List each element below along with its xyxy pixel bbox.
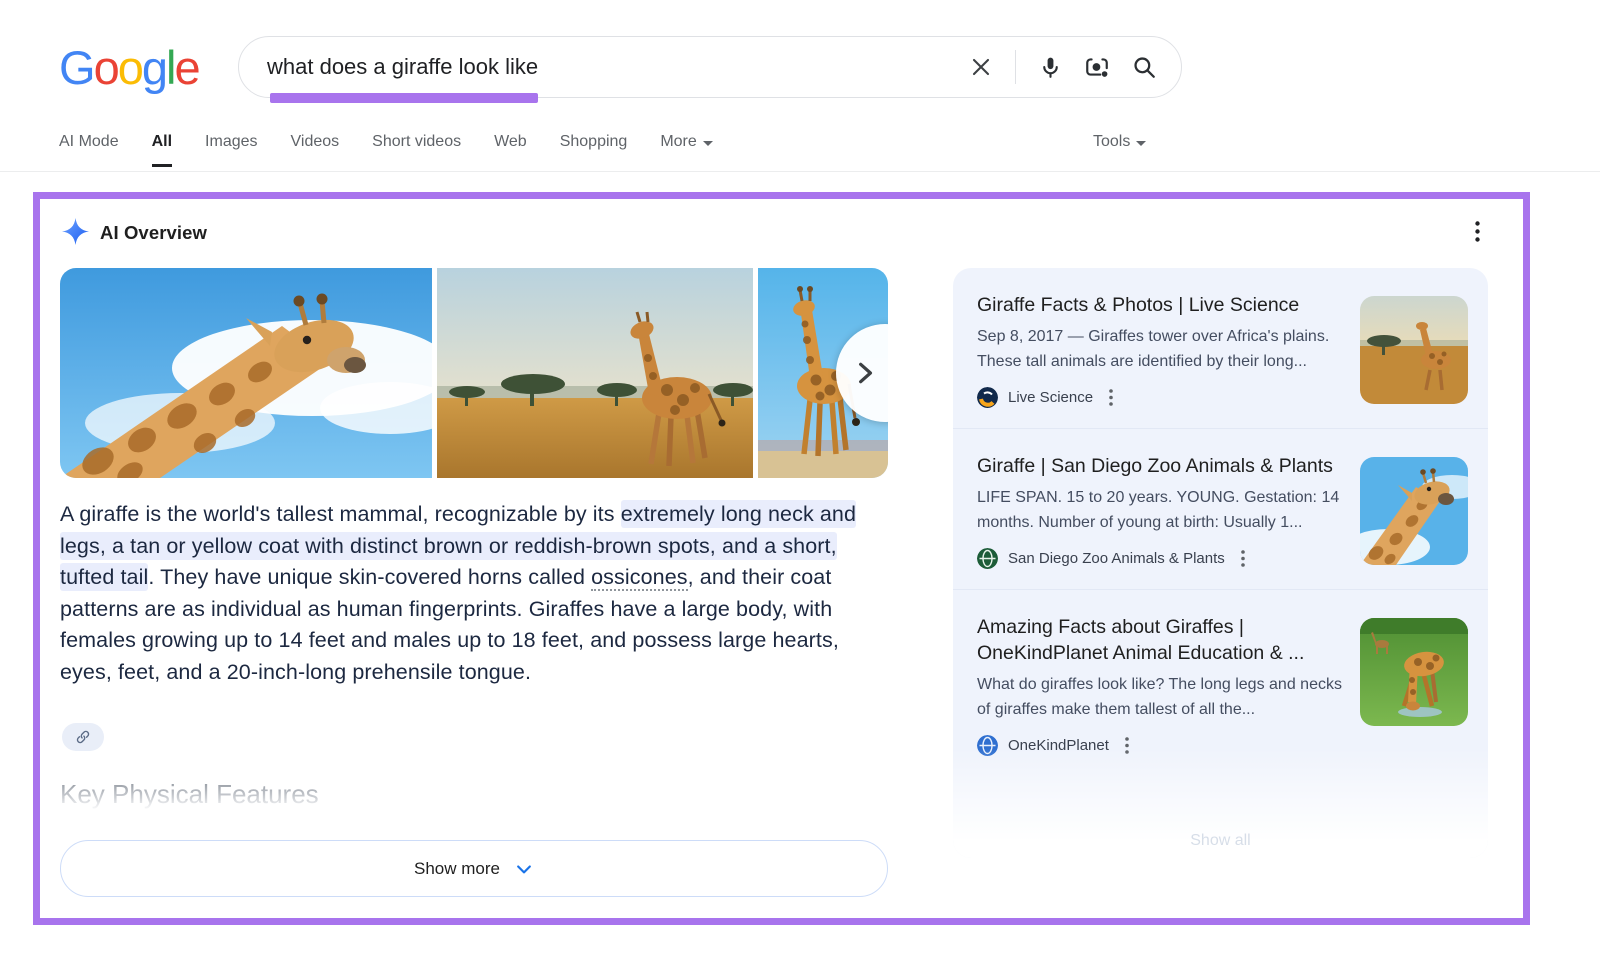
card-description: Sep 8, 2017 — Giraffes tower over Africa… [977,324,1348,374]
tab-videos[interactable]: Videos [291,133,340,164]
search-bar-divider [1015,50,1016,84]
tools-button[interactable]: Tools [1093,133,1146,151]
live-science-favicon [977,387,998,408]
source-card-live-science[interactable]: Giraffe Facts & Photos | Live Science Se… [953,268,1488,428]
san-diego-zoo-favicon [977,548,998,569]
ossicones-term-link[interactable]: ossicones [591,565,688,591]
giraffe-photo-head-closeup[interactable] [60,268,432,478]
card-thumbnail-savanna[interactable] [1360,296,1468,404]
faded-section-heading: Key Physical Features [60,779,319,810]
card-title: Giraffe Facts & Photos | Live Science [977,292,1348,318]
source-name: Live Science [1008,389,1093,406]
logo-letter: l [166,40,174,95]
search-bar[interactable]: what does a giraffe look like [238,36,1182,98]
tab-more[interactable]: More [660,133,712,164]
logo-letter: g [142,40,166,95]
overflow-menu-icon[interactable] [1465,219,1489,243]
card-description: What do giraffes look like? The long leg… [977,672,1348,722]
logo-letter: G [59,40,94,95]
logo-letter: e [174,40,198,95]
search-input[interactable]: what does a giraffe look like [267,54,947,80]
image-carousel [60,268,888,478]
tab-images[interactable]: Images [205,133,257,164]
show-more-label: Show more [414,859,500,879]
show-more-button[interactable]: Show more [60,840,888,897]
card-title: Amazing Facts about Giraffes | OneKindPl… [977,614,1348,666]
query-highlight-annotation [270,93,538,103]
ai-sparkle-icon [62,218,89,245]
ai-overview-title: AI Overview [100,222,207,244]
search-icon[interactable] [1131,54,1157,80]
show-all-button[interactable]: Show all [953,832,1488,850]
chevron-down-icon [703,141,713,146]
card-description: LIFE SPAN. 15 to 20 years. YOUNG. Gestat… [977,485,1348,535]
tab-ai-mode[interactable]: AI Mode [59,133,119,164]
ai-overview-section: AI Overview [33,192,1530,925]
results-tabs: AI Mode All Images Videos Short videos W… [59,133,713,167]
card-menu-icon[interactable] [1241,550,1245,567]
paragraph-text: . They have unique skin-covered horns ca… [148,565,591,589]
google-logo[interactable]: Google [59,40,199,95]
ai-overview-paragraph: A giraffe is the world's tallest mammal,… [60,499,896,688]
citation-link-chip[interactable] [62,723,104,751]
paragraph-text: A giraffe is the world's tallest mammal,… [60,502,621,526]
microphone-icon[interactable] [1037,54,1063,80]
tab-all[interactable]: All [152,133,172,167]
chevron-down-icon [514,859,534,879]
giraffe-photo-walking-savanna[interactable] [437,268,753,478]
logo-letter: o [118,40,142,95]
tab-shopping[interactable]: Shopping [560,133,628,164]
source-card-san-diego-zoo[interactable]: Giraffe | San Diego Zoo Animals & Plants… [953,428,1488,589]
card-thumbnail-giraffe-head[interactable] [1360,457,1468,565]
logo-letter: o [94,40,118,95]
camera-lens-icon[interactable] [1084,54,1110,80]
card-thumbnail-giraffe-drinking[interactable] [1360,618,1468,726]
card-menu-icon[interactable] [1109,389,1113,406]
source-name: San Diego Zoo Animals & Plants [1008,550,1225,567]
card-title: Giraffe | San Diego Zoo Animals & Plants [977,453,1348,479]
chevron-down-icon [1136,141,1146,146]
link-icon [75,729,91,745]
sources-panel: Giraffe Facts & Photos | Live Science Se… [953,268,1488,858]
header-divider [0,171,1600,172]
tab-short-videos[interactable]: Short videos [372,133,461,164]
tab-web[interactable]: Web [494,133,527,164]
clear-icon[interactable] [968,54,994,80]
